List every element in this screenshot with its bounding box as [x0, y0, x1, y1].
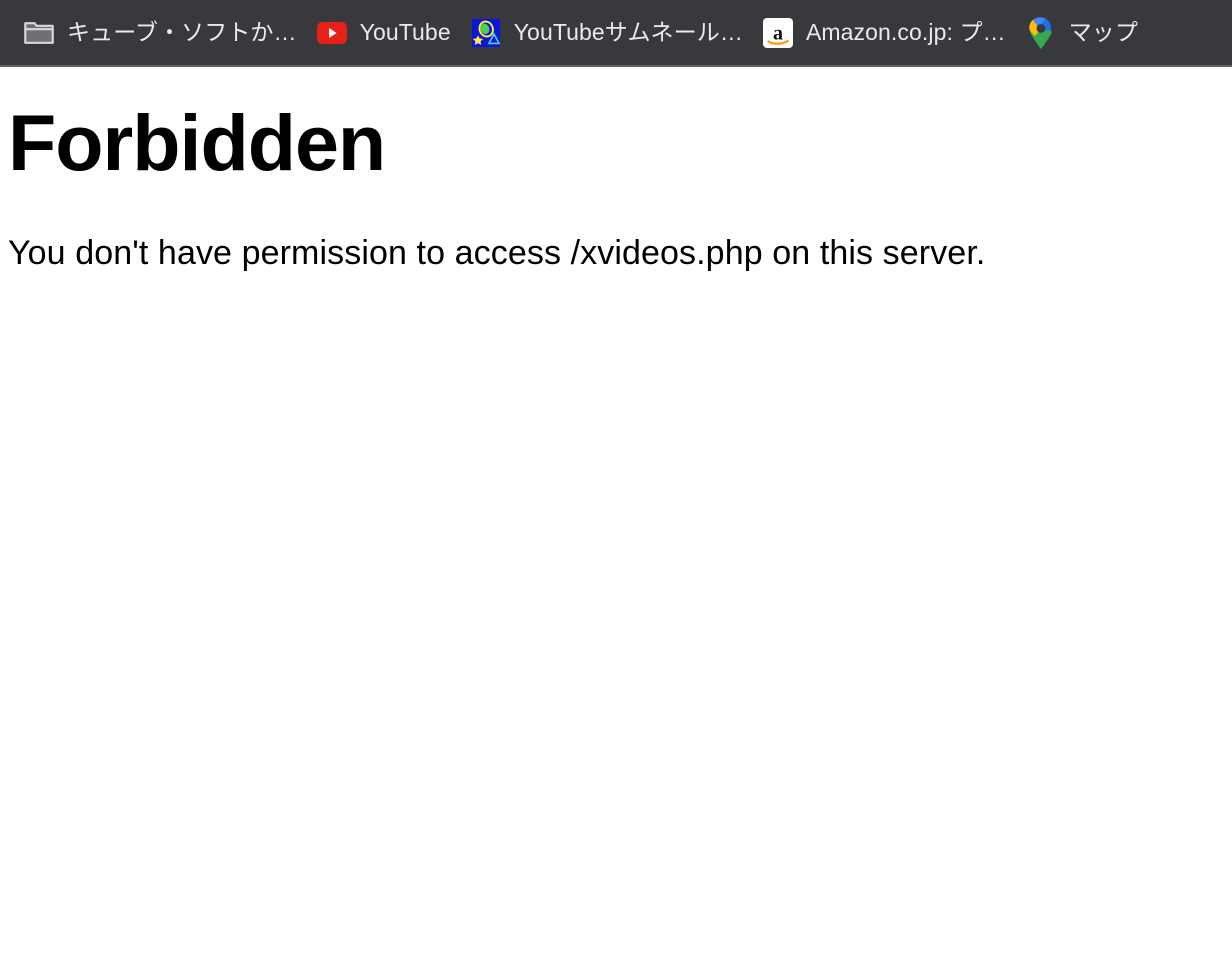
paint-graphics-icon	[471, 18, 501, 48]
youtube-icon	[316, 18, 347, 48]
folder-icon	[24, 18, 54, 48]
svg-text:a: a	[773, 22, 783, 44]
google-maps-icon	[1026, 16, 1056, 49]
bookmark-item-cube-soft[interactable]: キューブ・ソフトか…	[14, 9, 307, 57]
bookmark-item-amazon[interactable]: a Amazon.co.jp: プ…	[753, 9, 1016, 57]
bookmark-item-youtube[interactable]: YouTube	[307, 9, 461, 57]
bookmark-label: マップ	[1068, 19, 1138, 45]
bookmark-item-youtube-thumbnail[interactable]: YouTubeサムネール…	[461, 9, 753, 57]
error-message-text: You don't have permission to access /xvi…	[8, 234, 986, 272]
page-title: Forbidden	[8, 98, 386, 187]
bookmark-label: Amazon.co.jp: プ…	[805, 19, 1006, 45]
bookmark-item-maps[interactable]: マップ	[1016, 9, 1148, 57]
bookmark-label: キューブ・ソフトか…	[67, 19, 297, 45]
bookmark-label: YouTube	[359, 19, 451, 45]
bookmarks-bar: キューブ・ソフトか… YouTube YouTubeサムネール… a Amazo…	[0, 0, 1232, 67]
page-content: Forbidden You don't have permission to a…	[0, 67, 1232, 960]
bookmark-label: YouTubeサムネール…	[513, 19, 743, 45]
amazon-icon: a	[762, 17, 793, 48]
